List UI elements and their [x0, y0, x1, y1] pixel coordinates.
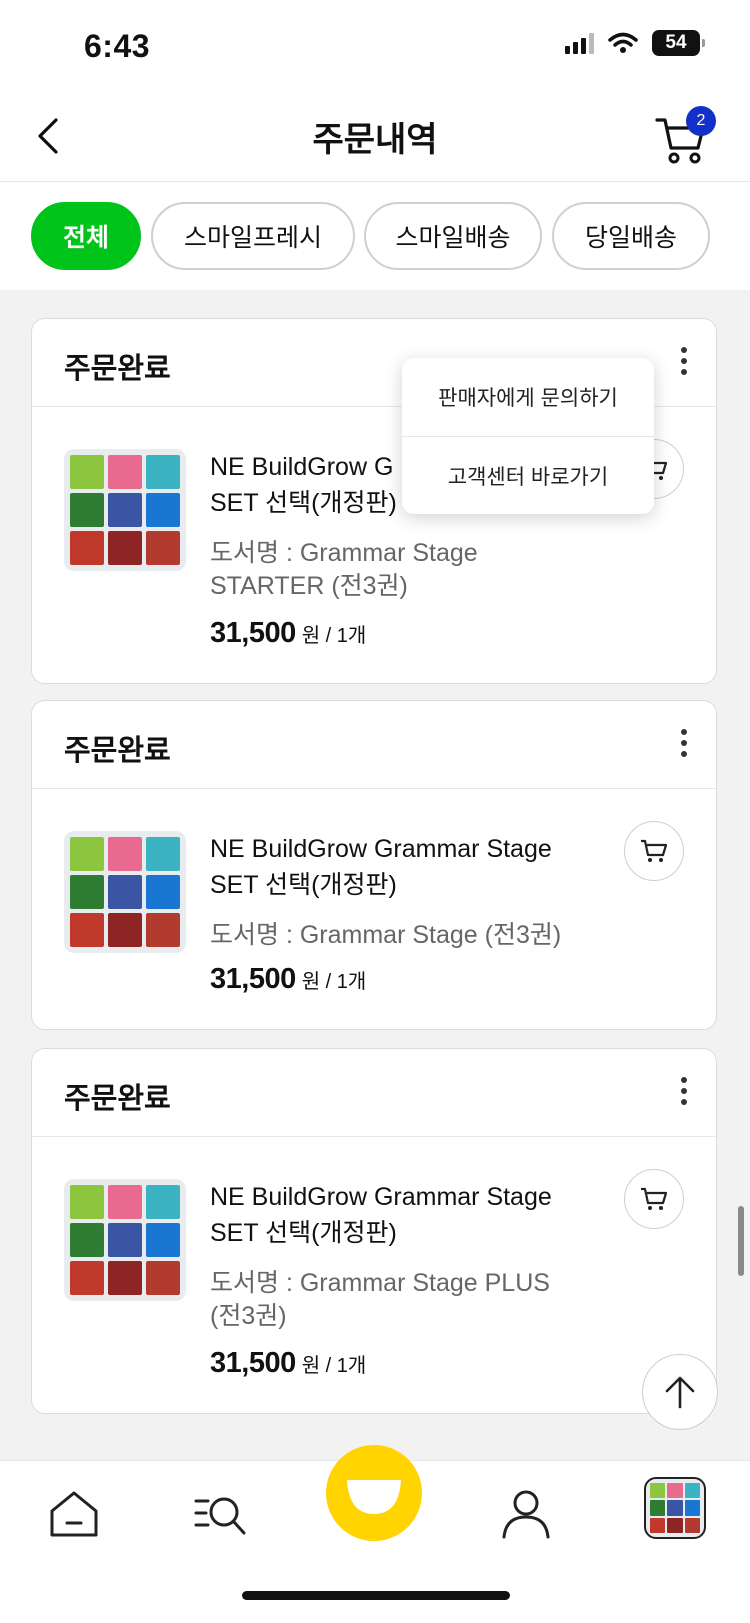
filter-chip-same-day[interactable]: 당일배송: [552, 202, 710, 270]
signal-icon: [565, 32, 594, 54]
product-price: 31,500 원 / 1개: [210, 1347, 367, 1379]
filter-chip-smile-delivery[interactable]: 스마일배송: [364, 202, 542, 270]
thumbnail-book-cover: [70, 531, 104, 565]
thumbnail-book-cover: [108, 455, 142, 489]
wifi-icon: [608, 32, 638, 53]
thumbnail-book-cover: [108, 1261, 142, 1295]
filter-bar: 전체 스마일프레시 스마일배송 당일배송: [0, 182, 750, 290]
order-card: 주문완료 NE BuildGrow Grammar Stage SET 선택(개…: [31, 700, 717, 1030]
thumbnail-book-cover: [108, 875, 142, 909]
product-thumbnail[interactable]: [64, 831, 186, 953]
thumbnail-book-cover: [108, 913, 142, 947]
recent-item-thumbnail[interactable]: [644, 1477, 706, 1539]
smile-icon: [347, 1480, 401, 1514]
thumbnail-book-cover: [70, 913, 104, 947]
bottom-tab-bar: [0, 1445, 750, 1623]
add-to-cart-button[interactable]: [624, 821, 684, 881]
scroll-to-top-button[interactable]: [642, 1354, 718, 1430]
product-option: 도서명 : Grammar Stage STARTER (전3권): [210, 539, 478, 600]
thumbnail-book-cover: [667, 1483, 683, 1499]
thumbnail-book-cover: [146, 1223, 180, 1257]
cart-button[interactable]: 2: [654, 104, 716, 166]
scrollbar[interactable]: [738, 1206, 744, 1276]
thumbnail-book-cover: [108, 493, 142, 527]
more-vertical-icon[interactable]: [678, 1077, 690, 1111]
product-price: 31,500 원 / 1개: [210, 617, 367, 649]
thumbnail-book-cover: [108, 531, 142, 565]
battery-icon: 54: [652, 30, 705, 56]
more-vertical-icon[interactable]: [678, 347, 690, 381]
menu-item-customer-center[interactable]: 고객센터 바로가기: [402, 436, 654, 514]
product-title[interactable]: NE BuildGrow Grammar Stage SET 선택(개정판): [210, 1179, 590, 1251]
thumbnail-book-cover: [650, 1500, 666, 1516]
thumbnail-book-cover: [684, 1483, 700, 1499]
thumbnail-book-cover: [70, 455, 104, 489]
order-status: 주문완료: [64, 353, 171, 385]
home-indicator: [242, 1591, 510, 1600]
thumbnail-book-cover: [146, 875, 180, 909]
order-card-header: 주문완료: [32, 701, 716, 789]
thumbnail-book-cover: [667, 1500, 683, 1516]
order-options-menu: 판매자에게 문의하기 고객센터 바로가기: [402, 358, 654, 514]
add-to-cart-button[interactable]: [624, 1169, 684, 1229]
arrow-up-icon: [665, 1376, 695, 1409]
smile-home-button[interactable]: [326, 1445, 422, 1541]
more-vertical-icon[interactable]: [678, 729, 690, 763]
add-to-cart-icon: [641, 1187, 668, 1210]
product-thumbnail[interactable]: [64, 449, 186, 571]
menu-item-contact-seller[interactable]: 판매자에게 문의하기: [402, 358, 654, 436]
home-icon[interactable]: [44, 1483, 104, 1543]
search-list-icon[interactable]: [190, 1483, 250, 1543]
product-option: 도서명 : Grammar Stage (전3권): [210, 921, 562, 949]
add-to-cart-icon: [641, 839, 668, 862]
thumbnail-book-cover: [146, 493, 180, 527]
order-status: 주문완료: [64, 735, 171, 767]
product-price: 31,500 원 / 1개: [210, 963, 367, 995]
status-icons: 54: [565, 30, 705, 56]
header: 주문내역 2: [0, 90, 750, 182]
thumbnail-book-cover: [146, 837, 180, 871]
thumbnail-book-cover: [146, 1185, 180, 1219]
status-bar: 6:43 54: [0, 0, 750, 90]
thumbnail-book-cover: [70, 493, 104, 527]
thumbnail-book-cover: [108, 1185, 142, 1219]
thumbnail-book-cover: [146, 531, 180, 565]
thumbnail-book-cover: [684, 1500, 700, 1516]
order-card-header: 주문완료: [32, 1049, 716, 1137]
page-title: 주문내역: [312, 121, 438, 159]
filter-chip-smile-fresh[interactable]: 스마일프레시: [151, 202, 355, 270]
filter-chip-all[interactable]: 전체: [31, 202, 141, 270]
cart-count-badge: 2: [686, 106, 716, 136]
product-title[interactable]: NE BuildGrow Grammar Stage SET 선택(개정판): [210, 831, 590, 903]
thumbnail-book-cover: [146, 913, 180, 947]
thumbnail-book-cover: [650, 1483, 666, 1499]
thumbnail-book-cover: [146, 1261, 180, 1295]
thumbnail-book-cover: [108, 1223, 142, 1257]
order-status: 주문완료: [64, 1083, 171, 1115]
thumbnail-book-cover: [667, 1517, 683, 1533]
thumbnail-book-cover: [108, 837, 142, 871]
user-icon[interactable]: [496, 1483, 556, 1543]
thumbnail-book-cover: [70, 1223, 104, 1257]
thumbnail-book-cover: [70, 875, 104, 909]
order-card: 주문완료 NE BuildGrow Grammar Stage SET 선택(개…: [31, 1048, 717, 1414]
status-time: 6:43: [84, 28, 151, 64]
product-option: 도서명 : Grammar Stage PLUS (전3권): [210, 1269, 550, 1330]
thumbnail-book-cover: [70, 1185, 104, 1219]
thumbnail-book-cover: [684, 1517, 700, 1533]
thumbnail-book-cover: [650, 1517, 666, 1533]
product-thumbnail[interactable]: [64, 1179, 186, 1301]
thumbnail-book-cover: [70, 1261, 104, 1295]
thumbnail-book-cover: [146, 455, 180, 489]
thumbnail-book-cover: [70, 837, 104, 871]
